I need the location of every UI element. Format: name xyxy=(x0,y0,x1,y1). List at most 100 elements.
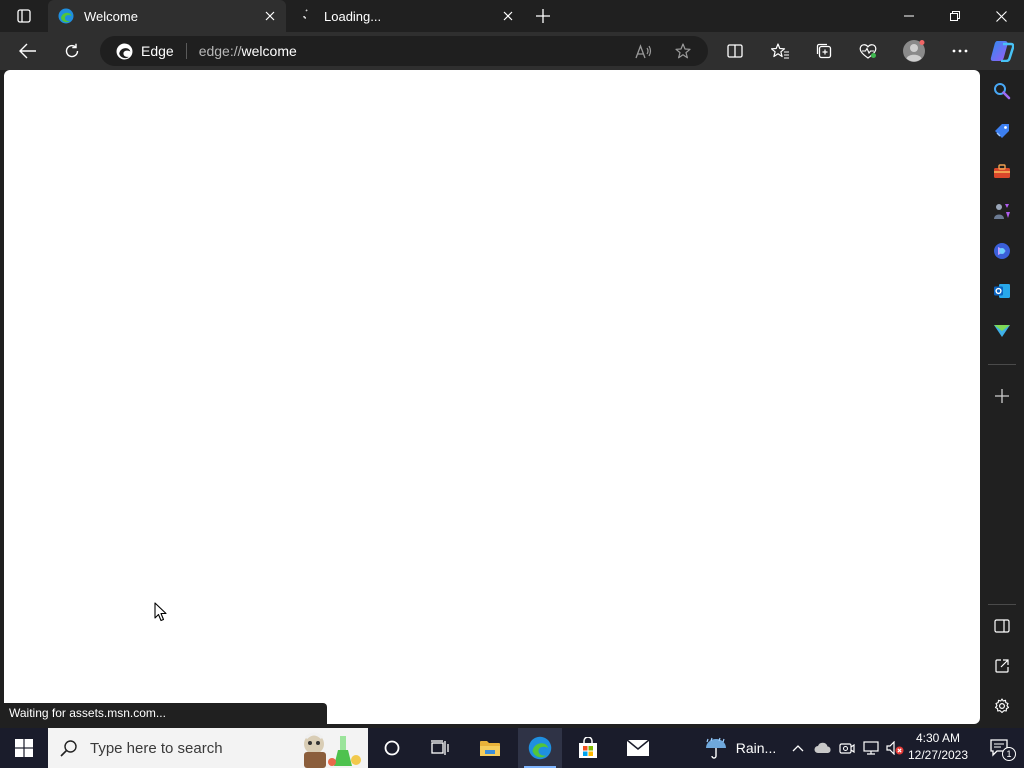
network-icon xyxy=(863,741,879,755)
restore-button[interactable] xyxy=(932,0,978,32)
edge-page-badge[interactable]: Edge xyxy=(116,43,174,60)
taskbar-search-box[interactable]: Type here to search xyxy=(48,728,368,768)
sidebar-search[interactable] xyxy=(991,80,1013,102)
mail-button[interactable] xyxy=(616,728,660,768)
store-bag-icon xyxy=(579,737,597,758)
tab-loading[interactable]: Loading... xyxy=(288,0,524,32)
weather-widget[interactable]: Rain... xyxy=(700,728,780,768)
collections-button[interactable] xyxy=(809,37,839,65)
close-icon xyxy=(995,10,1007,22)
tab-strip: Welcome Loading... xyxy=(0,0,1024,32)
file-explorer-button[interactable] xyxy=(468,728,512,768)
refresh-icon xyxy=(65,43,79,58)
star-icon xyxy=(675,43,691,59)
new-tab-button[interactable] xyxy=(532,6,554,26)
close-tab-icon[interactable] xyxy=(498,6,518,26)
open-external-icon xyxy=(995,659,1009,673)
onedrive-tray-button[interactable] xyxy=(812,728,834,768)
address-bar[interactable]: Edge edge://welcome xyxy=(100,36,708,66)
back-arrow-icon xyxy=(19,43,36,59)
clock-time[interactable]: 4:30 AM xyxy=(906,731,970,745)
address-divider xyxy=(185,43,187,59)
camera-icon xyxy=(839,743,855,754)
edge-taskbar-button[interactable] xyxy=(518,728,562,768)
search-icon xyxy=(60,740,77,757)
volume-tray-button[interactable] xyxy=(884,728,906,768)
cortana-circle-icon xyxy=(384,740,400,756)
sidebar-drop[interactable] xyxy=(991,320,1013,342)
split-screen-button[interactable] xyxy=(720,37,750,65)
sidebar-tools[interactable] xyxy=(991,160,1013,182)
edge-logo-icon xyxy=(116,43,133,59)
favorites-button[interactable] xyxy=(765,37,795,65)
action-center-button[interactable]: 1 xyxy=(978,728,1022,768)
outlook-icon xyxy=(994,284,1010,298)
split-screen-icon xyxy=(994,619,1010,633)
network-tray-button[interactable] xyxy=(860,728,882,768)
status-bar: Waiting for assets.msn.com... xyxy=(4,703,327,724)
read-aloud-button[interactable] xyxy=(631,40,655,62)
tab-actions-button[interactable] xyxy=(8,6,40,26)
web-content-area[interactable] xyxy=(4,70,980,724)
more-dots-icon xyxy=(952,49,968,53)
plus-icon xyxy=(536,9,550,23)
sidebar-open-external[interactable] xyxy=(991,655,1013,677)
rain-umbrella-icon xyxy=(705,737,726,759)
sidebar-settings[interactable] xyxy=(991,695,1013,717)
copilot-icon xyxy=(994,243,1010,259)
heart-pulse-icon xyxy=(859,44,877,59)
profile-button[interactable] xyxy=(899,37,929,65)
browser-essentials-button[interactable] xyxy=(853,37,883,65)
clock-date[interactable]: 12/27/2023 xyxy=(906,748,970,762)
add-icon xyxy=(995,389,1009,403)
show-hidden-icons-button[interactable] xyxy=(788,728,808,768)
back-button[interactable] xyxy=(13,37,43,65)
close-window-button[interactable] xyxy=(978,0,1024,32)
meet-now-tray-button[interactable] xyxy=(836,728,858,768)
settings-more-button[interactable] xyxy=(945,37,975,65)
store-button[interactable] xyxy=(566,728,610,768)
notification-count-badge: 1 xyxy=(1002,747,1016,761)
sidebar-outlook[interactable] xyxy=(991,280,1013,302)
read-aloud-icon xyxy=(634,43,651,58)
task-view-icon xyxy=(431,740,449,755)
edge-logo-icon xyxy=(528,736,552,760)
copilot-icon xyxy=(990,41,1014,62)
mail-envelope-icon xyxy=(626,739,650,756)
search-placeholder: Type here to search xyxy=(90,739,223,757)
send-icon xyxy=(994,325,1010,337)
sidebar-add[interactable] xyxy=(991,385,1013,407)
copilot-button[interactable] xyxy=(987,37,1017,65)
chevron-up-icon xyxy=(792,745,804,752)
screen: Welcome Loading... Edge edge://welcome W… xyxy=(0,0,1024,768)
folder-icon xyxy=(480,741,500,756)
url-text[interactable]: edge://welcome xyxy=(199,43,297,59)
profile-avatar-icon xyxy=(903,40,925,62)
browser-toolbar: Edge edge://welcome xyxy=(0,32,1024,70)
tab-title: Loading... xyxy=(324,8,382,24)
mouse-cursor-icon xyxy=(154,602,167,622)
url-host: welcome xyxy=(241,43,297,59)
edge-sidebar xyxy=(980,70,1024,726)
sidebar-divider xyxy=(988,364,1016,365)
sidebar-games[interactable] xyxy=(991,200,1013,222)
sidebar-shopping[interactable] xyxy=(991,120,1013,142)
windows-logo-icon xyxy=(15,739,33,757)
tab-title: Welcome xyxy=(84,8,138,24)
loading-spinner-icon xyxy=(298,8,314,24)
sidebar-hide[interactable] xyxy=(991,615,1013,637)
minimize-button[interactable] xyxy=(886,0,932,32)
split-screen-icon xyxy=(727,44,743,58)
start-button[interactable] xyxy=(2,728,46,768)
close-tab-icon[interactable] xyxy=(260,6,280,26)
favorites-icon xyxy=(771,43,789,59)
cortana-button[interactable] xyxy=(370,728,414,768)
sidebar-copilot[interactable] xyxy=(991,240,1013,262)
tab-welcome[interactable]: Welcome xyxy=(48,0,286,32)
refresh-button[interactable] xyxy=(57,37,87,65)
favorite-star-button[interactable] xyxy=(671,40,695,62)
edge-favicon-icon xyxy=(58,8,74,24)
task-view-button[interactable] xyxy=(418,728,462,768)
minimize-icon xyxy=(904,15,914,17)
volume-muted-icon xyxy=(886,741,904,755)
